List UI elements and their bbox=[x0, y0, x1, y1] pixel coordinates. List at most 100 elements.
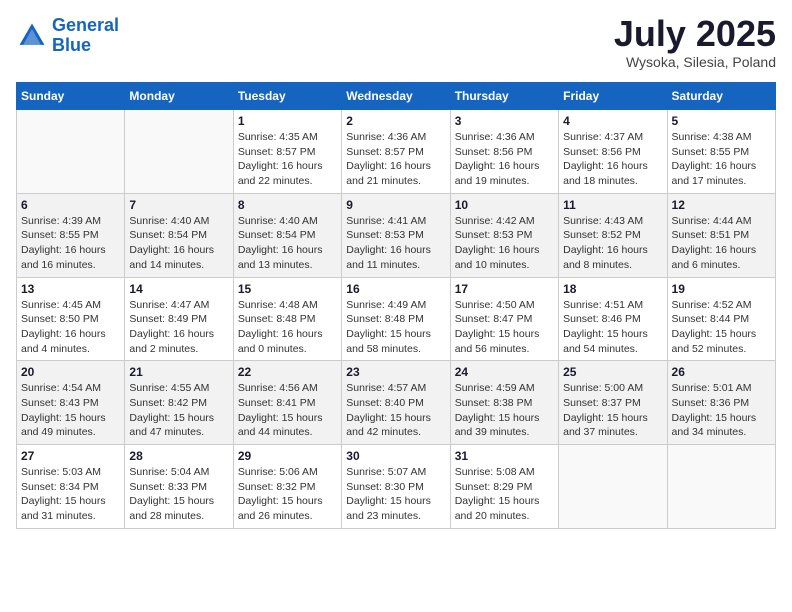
day-info: Sunrise: 4:35 AMSunset: 8:57 PMDaylight:… bbox=[238, 130, 337, 189]
day-info: Sunrise: 4:59 AMSunset: 8:38 PMDaylight:… bbox=[455, 381, 554, 440]
logo-icon bbox=[16, 20, 48, 52]
calendar-cell: 14Sunrise: 4:47 AMSunset: 8:49 PMDayligh… bbox=[125, 277, 233, 361]
day-number: 3 bbox=[455, 114, 554, 128]
calendar-cell: 18 Sunrise: 4:51 AMSunset: 8:46 PMDayligh… bbox=[559, 277, 667, 361]
calendar-cell bbox=[17, 110, 125, 194]
day-info: Sunrise: 4:37 AMSunset: 8:56 PMDaylight:… bbox=[563, 130, 662, 189]
calendar-cell: 12Sunrise: 4:44 AMSunset: 8:51 PMDayligh… bbox=[667, 193, 775, 277]
day-number: 20 bbox=[21, 365, 120, 379]
calendar-cell: 19 Sunrise: 4:52 AMSunset: 8:44 PMDayligh… bbox=[667, 277, 775, 361]
calendar-cell bbox=[667, 445, 775, 529]
day-number: 24 bbox=[455, 365, 554, 379]
col-header-sunday: Sunday bbox=[17, 83, 125, 110]
day-number: 9 bbox=[346, 198, 445, 212]
day-info: Sunrise: 4:41 AMSunset: 8:53 PMDaylight:… bbox=[346, 214, 445, 273]
day-number: 17 bbox=[455, 282, 554, 296]
calendar-cell: 3 Sunrise: 4:36 AMSunset: 8:56 PMDaylight… bbox=[450, 110, 558, 194]
calendar-cell: 28 Sunrise: 5:04 AMSunset: 8:33 PMDayligh… bbox=[125, 445, 233, 529]
calendar-week-row: 6 Sunrise: 4:39 AMSunset: 8:55 PMDaylight… bbox=[17, 193, 776, 277]
day-number: 25 bbox=[563, 365, 662, 379]
calendar-cell bbox=[125, 110, 233, 194]
col-header-monday: Monday bbox=[125, 83, 233, 110]
day-info: Sunrise: 4:39 AMSunset: 8:55 PMDaylight:… bbox=[21, 214, 120, 273]
day-number: 21 bbox=[129, 365, 228, 379]
calendar-cell: 11 Sunrise: 4:43 AMSunset: 8:52 PMDayligh… bbox=[559, 193, 667, 277]
day-number: 6 bbox=[21, 198, 120, 212]
day-number: 4 bbox=[563, 114, 662, 128]
day-number: 13 bbox=[21, 282, 120, 296]
calendar-cell: 31 Sunrise: 5:08 AMSunset: 8:29 PMDayligh… bbox=[450, 445, 558, 529]
calendar-cell: 5 Sunrise: 4:38 AMSunset: 8:55 PMDaylight… bbox=[667, 110, 775, 194]
calendar-cell: 6 Sunrise: 4:39 AMSunset: 8:55 PMDaylight… bbox=[17, 193, 125, 277]
day-info: Sunrise: 4:38 AMSunset: 8:55 PMDaylight:… bbox=[672, 130, 771, 189]
day-number: 28 bbox=[129, 449, 228, 463]
day-info: Sunrise: 4:49 AMSunset: 8:48 PMDaylight:… bbox=[346, 298, 445, 357]
calendar-cell: 24 Sunrise: 4:59 AMSunset: 8:38 PMDayligh… bbox=[450, 361, 558, 445]
day-number: 18 bbox=[563, 282, 662, 296]
logo-blue: Blue bbox=[52, 35, 91, 55]
day-info: Sunrise: 5:07 AMSunset: 8:30 PMDaylight:… bbox=[346, 465, 445, 524]
col-header-friday: Friday bbox=[559, 83, 667, 110]
calendar-cell: 20 Sunrise: 4:54 AMSunset: 8:43 PMDayligh… bbox=[17, 361, 125, 445]
calendar-week-row: 20 Sunrise: 4:54 AMSunset: 8:43 PMDayligh… bbox=[17, 361, 776, 445]
day-info: Sunrise: 4:52 AMSunset: 8:44 PMDaylight:… bbox=[672, 298, 771, 357]
day-number: 5 bbox=[672, 114, 771, 128]
day-info: Sunrise: 4:36 AMSunset: 8:57 PMDaylight:… bbox=[346, 130, 445, 189]
day-info: Sunrise: 4:47 AMSunset: 8:49 PMDaylight:… bbox=[129, 298, 228, 357]
calendar-cell: 26Sunrise: 5:01 AMSunset: 8:36 PMDayligh… bbox=[667, 361, 775, 445]
calendar-cell: 1Sunrise: 4:35 AMSunset: 8:57 PMDaylight… bbox=[233, 110, 341, 194]
calendar-week-row: 1Sunrise: 4:35 AMSunset: 8:57 PMDaylight… bbox=[17, 110, 776, 194]
day-number: 22 bbox=[238, 365, 337, 379]
day-info: Sunrise: 4:36 AMSunset: 8:56 PMDaylight:… bbox=[455, 130, 554, 189]
calendar-cell: 22 Sunrise: 4:56 AMSunset: 8:41 PMDayligh… bbox=[233, 361, 341, 445]
calendar-cell: 13 Sunrise: 4:45 AMSunset: 8:50 PMDayligh… bbox=[17, 277, 125, 361]
page-header: General Blue July 2025 Wysoka, Silesia, … bbox=[16, 16, 776, 70]
day-number: 16 bbox=[346, 282, 445, 296]
col-header-thursday: Thursday bbox=[450, 83, 558, 110]
calendar-table: SundayMondayTuesdayWednesdayThursdayFrid… bbox=[16, 82, 776, 529]
day-number: 31 bbox=[455, 449, 554, 463]
day-info: Sunrise: 5:08 AMSunset: 8:29 PMDaylight:… bbox=[455, 465, 554, 524]
calendar-cell: 16 Sunrise: 4:49 AMSunset: 8:48 PMDayligh… bbox=[342, 277, 450, 361]
month-title: July 2025 bbox=[614, 16, 776, 52]
day-info: Sunrise: 4:43 AMSunset: 8:52 PMDaylight:… bbox=[563, 214, 662, 273]
day-number: 26 bbox=[672, 365, 771, 379]
col-header-saturday: Saturday bbox=[667, 83, 775, 110]
day-info: Sunrise: 4:42 AMSunset: 8:53 PMDaylight:… bbox=[455, 214, 554, 273]
day-info: Sunrise: 4:56 AMSunset: 8:41 PMDaylight:… bbox=[238, 381, 337, 440]
day-info: Sunrise: 4:40 AMSunset: 8:54 PMDaylight:… bbox=[238, 214, 337, 273]
day-number: 23 bbox=[346, 365, 445, 379]
day-info: Sunrise: 4:51 AMSunset: 8:46 PMDaylight:… bbox=[563, 298, 662, 357]
day-info: Sunrise: 5:00 AMSunset: 8:37 PMDaylight:… bbox=[563, 381, 662, 440]
day-info: Sunrise: 5:04 AMSunset: 8:33 PMDaylight:… bbox=[129, 465, 228, 524]
logo-text: General Blue bbox=[52, 16, 119, 56]
col-header-wednesday: Wednesday bbox=[342, 83, 450, 110]
calendar-cell bbox=[559, 445, 667, 529]
col-header-tuesday: Tuesday bbox=[233, 83, 341, 110]
day-info: Sunrise: 5:03 AMSunset: 8:34 PMDaylight:… bbox=[21, 465, 120, 524]
day-info: Sunrise: 4:45 AMSunset: 8:50 PMDaylight:… bbox=[21, 298, 120, 357]
day-info: Sunrise: 4:57 AMSunset: 8:40 PMDaylight:… bbox=[346, 381, 445, 440]
calendar-cell: 15Sunrise: 4:48 AMSunset: 8:48 PMDayligh… bbox=[233, 277, 341, 361]
day-number: 11 bbox=[563, 198, 662, 212]
day-number: 30 bbox=[346, 449, 445, 463]
calendar-cell: 17 Sunrise: 4:50 AMSunset: 8:47 PMDayligh… bbox=[450, 277, 558, 361]
logo: General Blue bbox=[16, 16, 119, 56]
calendar-cell: 8Sunrise: 4:40 AMSunset: 8:54 PMDaylight… bbox=[233, 193, 341, 277]
calendar-cell: 23 Sunrise: 4:57 AMSunset: 8:40 PMDayligh… bbox=[342, 361, 450, 445]
logo-general: General bbox=[52, 15, 119, 35]
calendar-cell: 27 Sunrise: 5:03 AMSunset: 8:34 PMDayligh… bbox=[17, 445, 125, 529]
day-number: 27 bbox=[21, 449, 120, 463]
calendar-cell: 30 Sunrise: 5:07 AMSunset: 8:30 PMDayligh… bbox=[342, 445, 450, 529]
calendar-week-row: 13 Sunrise: 4:45 AMSunset: 8:50 PMDayligh… bbox=[17, 277, 776, 361]
calendar-cell: 7Sunrise: 4:40 AMSunset: 8:54 PMDaylight… bbox=[125, 193, 233, 277]
calendar-cell: 25 Sunrise: 5:00 AMSunset: 8:37 PMDayligh… bbox=[559, 361, 667, 445]
calendar-cell: 21 Sunrise: 4:55 AMSunset: 8:42 PMDayligh… bbox=[125, 361, 233, 445]
day-info: Sunrise: 4:50 AMSunset: 8:47 PMDaylight:… bbox=[455, 298, 554, 357]
day-number: 12 bbox=[672, 198, 771, 212]
day-number: 10 bbox=[455, 198, 554, 212]
title-block: July 2025 Wysoka, Silesia, Poland bbox=[614, 16, 776, 70]
day-info: Sunrise: 4:54 AMSunset: 8:43 PMDaylight:… bbox=[21, 381, 120, 440]
day-info: Sunrise: 4:55 AMSunset: 8:42 PMDaylight:… bbox=[129, 381, 228, 440]
day-number: 19 bbox=[672, 282, 771, 296]
